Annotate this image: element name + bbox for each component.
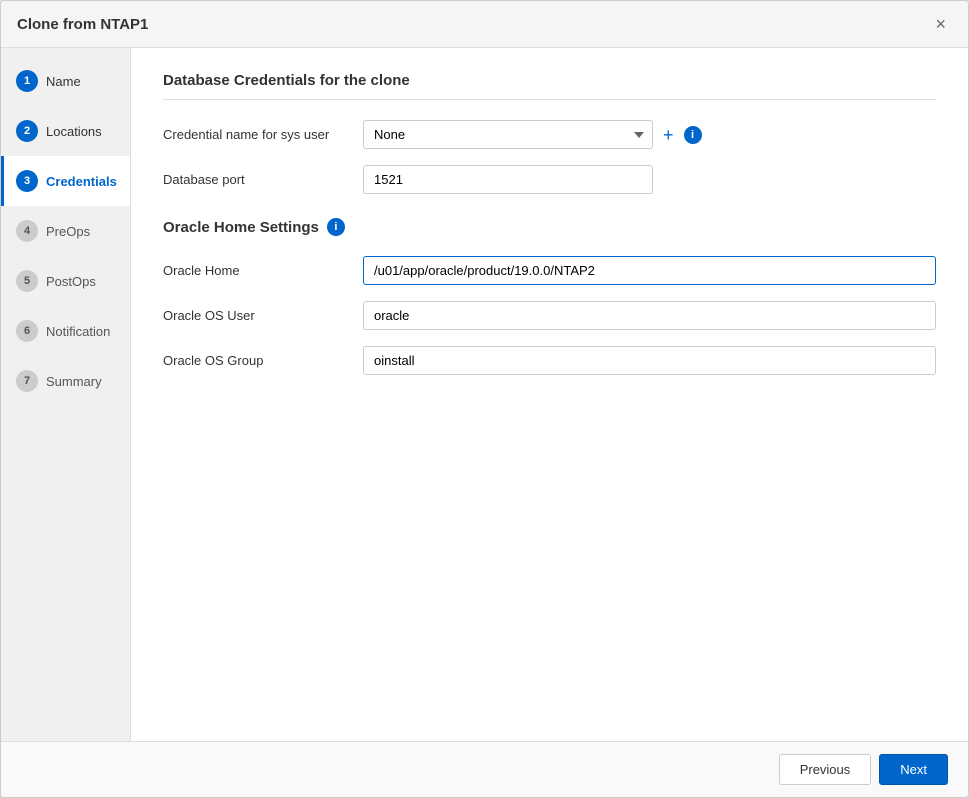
- db-credentials-section-title: Database Credentials for the clone: [163, 72, 936, 100]
- credential-name-group: Credential name for sys user None + i: [163, 120, 936, 149]
- step-badge-3: 3: [16, 170, 38, 192]
- dialog-header: Clone from NTAP1 ×: [1, 1, 968, 48]
- step-badge-2: 2: [16, 120, 38, 142]
- sidebar-item-name[interactable]: 1 Name: [1, 56, 130, 106]
- sidebar: 1 Name 2 Locations 3 Credentials 4 PreOp…: [1, 48, 131, 741]
- sidebar-item-label-locations: Locations: [46, 124, 102, 139]
- sidebar-item-label-name: Name: [46, 74, 81, 89]
- step-badge-6: 6: [16, 320, 38, 342]
- sidebar-item-preops[interactable]: 4 PreOps: [1, 206, 130, 256]
- clone-dialog: Clone from NTAP1 × 1 Name 2 Locations 3 …: [0, 0, 969, 798]
- add-credential-button[interactable]: +: [661, 126, 676, 144]
- oracle-os-user-input[interactable]: [363, 301, 936, 330]
- sidebar-item-locations[interactable]: 2 Locations: [1, 106, 130, 156]
- credential-name-label: Credential name for sys user: [163, 127, 363, 142]
- oracle-os-group-input[interactable]: [363, 346, 936, 375]
- oracle-home-input[interactable]: [363, 256, 936, 285]
- sidebar-item-label-preops: PreOps: [46, 224, 90, 239]
- credential-info-icon[interactable]: i: [684, 126, 702, 144]
- credential-name-select[interactable]: None: [363, 120, 653, 149]
- oracle-os-user-group: Oracle OS User: [163, 301, 936, 330]
- database-port-group: Database port: [163, 165, 936, 194]
- sidebar-item-summary[interactable]: 7 Summary: [1, 356, 130, 406]
- oracle-section-divider: Oracle Home Settings i: [163, 218, 936, 236]
- step-badge-1: 1: [16, 70, 38, 92]
- sidebar-item-label-credentials: Credentials: [46, 174, 117, 189]
- main-content: Database Credentials for the clone Crede…: [131, 48, 968, 741]
- sidebar-item-notification[interactable]: 6 Notification: [1, 306, 130, 356]
- close-button[interactable]: ×: [929, 13, 952, 35]
- oracle-os-group-label: Oracle OS Group: [163, 353, 363, 368]
- sidebar-item-label-postops: PostOps: [46, 274, 96, 289]
- dialog-body: 1 Name 2 Locations 3 Credentials 4 PreOp…: [1, 48, 968, 741]
- dialog-title: Clone from NTAP1: [17, 16, 148, 33]
- oracle-os-user-label: Oracle OS User: [163, 308, 363, 323]
- sidebar-item-postops[interactable]: 5 PostOps: [1, 256, 130, 306]
- oracle-home-group: Oracle Home: [163, 256, 936, 285]
- oracle-os-group-group: Oracle OS Group: [163, 346, 936, 375]
- oracle-home-section-title: Oracle Home Settings: [163, 219, 319, 236]
- previous-button[interactable]: Previous: [779, 754, 872, 785]
- credential-name-wrapper: None + i: [363, 120, 936, 149]
- step-badge-7: 7: [16, 370, 38, 392]
- dialog-footer: Previous Next: [1, 741, 968, 797]
- next-button[interactable]: Next: [879, 754, 948, 785]
- sidebar-item-credentials[interactable]: 3 Credentials: [1, 156, 130, 206]
- step-badge-5: 5: [16, 270, 38, 292]
- oracle-home-label: Oracle Home: [163, 263, 363, 278]
- database-port-label: Database port: [163, 172, 363, 187]
- sidebar-item-label-summary: Summary: [46, 374, 102, 389]
- oracle-home-section-header: Oracle Home Settings i: [163, 218, 936, 236]
- database-port-input[interactable]: [363, 165, 653, 194]
- step-badge-4: 4: [16, 220, 38, 242]
- oracle-section-info-icon[interactable]: i: [327, 218, 345, 236]
- sidebar-item-label-notification: Notification: [46, 324, 110, 339]
